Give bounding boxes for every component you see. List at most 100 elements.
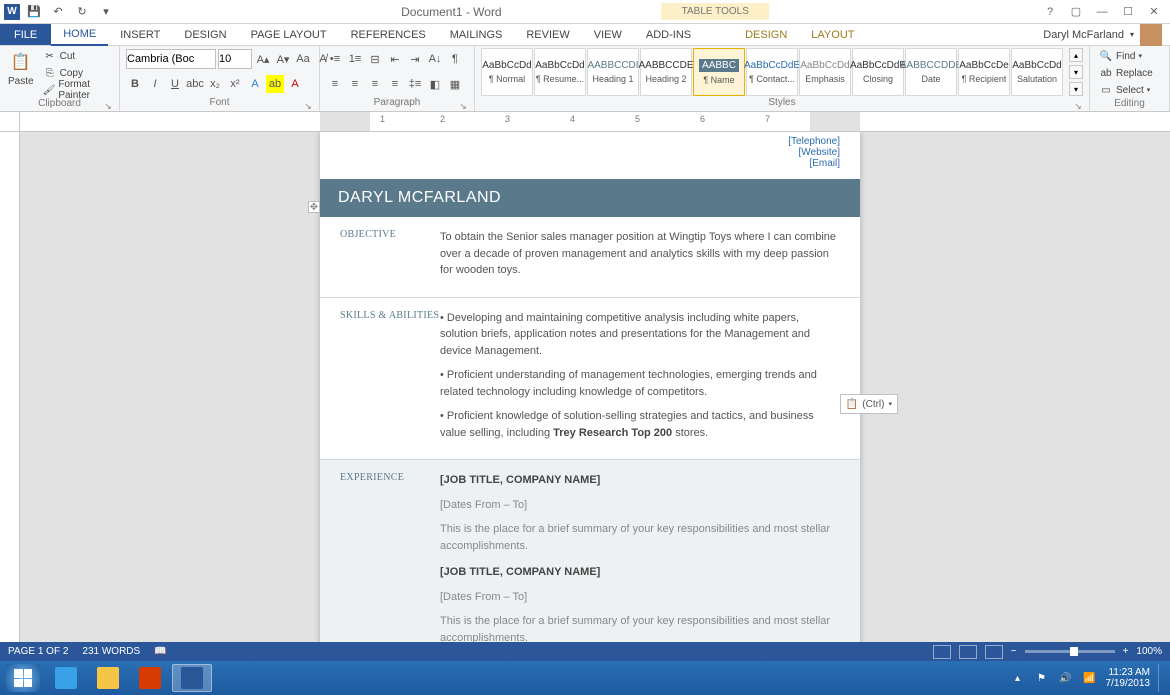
zoom-level[interactable]: 100% [1136,646,1162,657]
line-spacing-icon[interactable]: ‡≡ [406,75,424,93]
find-button[interactable]: 🔍Find▾ [1096,48,1156,64]
style---recipient[interactable]: AaBbCcDe¶ Recipient [958,48,1010,96]
styles-more-icon[interactable]: ▾ [1069,82,1083,96]
style-date[interactable]: AABBCCDDEDate [905,48,957,96]
change-case-icon[interactable]: Aa [294,50,312,68]
resume-name-heading[interactable]: DARYL MCFARLAND [320,179,860,217]
shading-icon[interactable]: ◧ [426,75,444,93]
style-heading-1[interactable]: AABBCCDIHeading 1 [587,48,639,96]
superscript-icon[interactable]: x² [226,75,244,93]
styles-launcher-icon[interactable]: ↘ [1073,101,1083,111]
tab-mailings[interactable]: MAILINGS [438,24,515,45]
skills-bullet-1[interactable]: • Developing and maintaining competitive… [440,310,840,360]
qat-redo-icon[interactable]: ↻ [72,2,92,22]
tray-clock[interactable]: 11:23 AM 7/19/2013 [1106,667,1151,689]
taskbar-word[interactable] [172,664,212,692]
tray-up-icon[interactable]: ▴ [1010,670,1026,686]
zoom-in-icon[interactable]: + [1123,646,1129,657]
bold-icon[interactable]: B [126,75,144,93]
style---name[interactable]: AABBC¶ Name [693,48,745,96]
status-words[interactable]: 231 WORDS [82,646,140,657]
numbering-icon[interactable]: 1≡ [346,50,364,68]
horizontal-ruler[interactable]: 1 2 3 4 5 6 7 [20,112,1170,131]
show-desktop-button[interactable] [1158,664,1164,692]
strikethrough-icon[interactable]: abc [186,75,204,93]
style---resume---[interactable]: AaBbCcDd¶ Resume... [534,48,586,96]
tab-references[interactable]: REFERENCES [339,24,438,45]
underline-icon[interactable]: U [166,75,184,93]
zoom-slider[interactable] [1025,650,1115,653]
qat-customize-icon[interactable]: ▾ [96,2,116,22]
tab-review[interactable]: REVIEW [514,24,581,45]
view-print-icon[interactable] [959,645,977,659]
increase-indent-icon[interactable]: ⇥ [406,50,424,68]
tab-file[interactable]: FILE [0,24,51,45]
borders-icon[interactable]: ▦ [446,75,464,93]
grow-font-icon[interactable]: A▴ [254,50,272,68]
tab-insert[interactable]: INSERT [108,24,172,45]
align-right-icon[interactable]: ≡ [366,75,384,93]
exp1-dates[interactable]: [Dates From – To] [440,497,840,514]
tab-table-layout[interactable]: LAYOUT [799,24,866,45]
view-read-icon[interactable] [933,645,951,659]
table-move-handle-icon[interactable]: ✥ [308,201,320,213]
zoom-out-icon[interactable]: − [1011,646,1017,657]
close-icon[interactable]: ✕ [1142,2,1166,22]
objective-text[interactable]: To obtain the Senior sales manager posit… [440,229,840,279]
style-closing[interactable]: AaBbCcDdEClosing [852,48,904,96]
sort-icon[interactable]: A↓ [426,50,444,68]
cut-button[interactable]: ✂Cut [40,48,113,64]
highlight-icon[interactable]: ab [266,75,284,93]
decrease-indent-icon[interactable]: ⇤ [386,50,404,68]
style-salutation[interactable]: AaBbCcDdSalutation [1011,48,1063,96]
ribbon-options-icon[interactable]: ▢ [1064,2,1088,22]
italic-icon[interactable]: I [146,75,164,93]
select-button[interactable]: ▭Select▾ [1096,82,1156,98]
style-emphasis[interactable]: AaBbCcDdEmphasis [799,48,851,96]
qat-undo-icon[interactable]: ↶ [48,2,68,22]
paragraph-launcher-icon[interactable]: ↘ [458,101,468,111]
paste-options-button[interactable]: 📋(Ctrl)▾ [840,394,898,414]
tray-network-icon[interactable]: 🔊 [1058,670,1074,686]
bullets-icon[interactable]: •≡ [326,50,344,68]
user-account[interactable]: Daryl McFarland ▾ [1035,24,1170,45]
styles-scroll-up-icon[interactable]: ▴ [1069,48,1083,62]
subscript-icon[interactable]: x₂ [206,75,224,93]
style---contact---[interactable]: AaBbCcDdE¶ Contact... [746,48,798,96]
exp2-dates[interactable]: [Dates From – To] [440,589,840,606]
tray-volume-icon[interactable]: 📶 [1082,670,1098,686]
exp2-title[interactable]: [JOB TITLE, COMPANY NAME] [440,564,840,581]
multilevel-icon[interactable]: ⊟ [366,50,384,68]
tray-flag-icon[interactable]: ⚑ [1034,670,1050,686]
tab-table-design[interactable]: DESIGN [733,24,799,45]
paste-button[interactable]: 📋 Paste [6,48,36,87]
exp1-desc[interactable]: This is the place for a brief summary of… [440,521,840,554]
style-heading-2[interactable]: AABBCCDEHeading 2 [640,48,692,96]
font-color-icon[interactable]: A [286,75,304,93]
justify-icon[interactable]: ≡ [386,75,404,93]
shrink-font-icon[interactable]: A▾ [274,50,292,68]
taskbar-office[interactable] [130,664,170,692]
tab-design[interactable]: DESIGN [172,24,238,45]
align-center-icon[interactable]: ≡ [346,75,364,93]
link-telephone[interactable]: [Telephone] [340,136,840,147]
format-painter-button[interactable]: 🖌Format Painter [40,82,113,98]
taskbar-explorer[interactable] [88,664,128,692]
text-effects-icon[interactable]: A [246,75,264,93]
minimize-icon[interactable]: — [1090,2,1114,22]
clipboard-launcher-icon[interactable]: ↘ [103,101,113,111]
status-spell-icon[interactable]: 📖 [154,646,166,657]
view-web-icon[interactable] [985,645,1003,659]
replace-button[interactable]: abReplace [1096,65,1156,81]
font-name-select[interactable] [126,49,216,69]
link-website[interactable]: [Website] [340,147,840,158]
skills-bullet-2[interactable]: • Proficient understanding of management… [440,367,840,400]
start-button[interactable] [6,664,40,692]
taskbar-ie[interactable] [46,664,86,692]
skills-bullet-3[interactable]: • Proficient knowledge of solution-selli… [440,408,840,441]
status-page[interactable]: PAGE 1 OF 2 [8,646,68,657]
font-size-select[interactable] [218,49,252,69]
tab-add-ins[interactable]: ADD-INS [634,24,703,45]
link-email[interactable]: [Email] [340,158,840,169]
help-icon[interactable]: ? [1038,2,1062,22]
